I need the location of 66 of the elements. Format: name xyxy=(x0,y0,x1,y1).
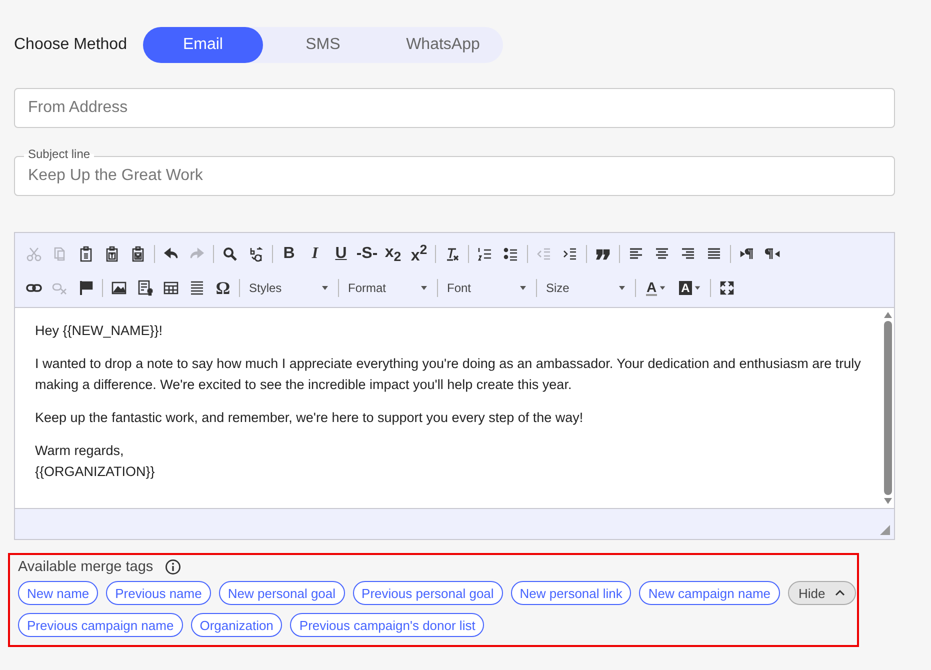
caret-icon xyxy=(618,286,626,290)
toolbar-dropdown[interactable]: Font xyxy=(441,276,533,300)
merge-tag[interactable]: New campaign name xyxy=(639,581,780,605)
hide-button[interactable]: Hide xyxy=(788,581,856,605)
clear-format-icon xyxy=(444,246,460,262)
pilcrow-right-icon xyxy=(739,246,755,262)
search-icon xyxy=(222,246,238,262)
toolbar-dropdown[interactable]: Format xyxy=(342,276,434,300)
merge-tag[interactable]: Previous campaign name xyxy=(18,613,183,637)
caret-icon xyxy=(694,286,701,290)
clipboard-word-icon xyxy=(130,246,146,262)
maximize-icon xyxy=(719,280,735,296)
body-paragraph: I wanted to drop a note to say how much I appreciate everything you're doing as an ambassador. Your dedication and enthusiasm are truly making a difference. We're excited to see the incredible impact you'll help create this year. xyxy=(35,355,862,394)
align-right-icon xyxy=(680,246,696,262)
format-button[interactable]: S xyxy=(355,242,379,266)
format-button[interactable]: U xyxy=(329,242,353,266)
color-button[interactable]: A xyxy=(674,276,706,300)
merge-tag[interactable]: Previous campaign's donor list xyxy=(290,613,484,637)
method-tab[interactable]: WhatsApp xyxy=(382,27,503,63)
format-button[interactable]: x$^{2}$ xyxy=(407,242,431,266)
toolbar-dropdown[interactable]: Styles xyxy=(243,276,335,300)
body-paragraph: Warm regards, {{ORGANIZATION}} xyxy=(35,442,156,481)
format-button[interactable]: x$_{2}$ xyxy=(381,242,405,266)
justify-icon xyxy=(706,246,722,262)
format-button[interactable]: B xyxy=(277,242,301,266)
outdent-icon xyxy=(536,246,552,262)
resize-grip-icon[interactable] xyxy=(880,525,890,535)
body-paragraph: Keep up the fantastic work, and remember, we're here to support you every step of the way! xyxy=(35,409,584,427)
numbered-list-icon xyxy=(477,246,493,262)
table-icon xyxy=(163,280,179,296)
scroll-up-icon xyxy=(884,312,892,318)
caret-icon xyxy=(658,286,666,290)
merge-tag[interactable]: New personal goal xyxy=(218,581,345,605)
template-icon xyxy=(137,280,153,296)
format-button[interactable]: I xyxy=(303,242,327,266)
merge-tag[interactable]: Previous personal goal xyxy=(352,581,503,605)
clipboard-icon xyxy=(78,246,94,262)
method-label: Choose Method xyxy=(14,36,127,54)
from-address-field[interactable]: From Address xyxy=(14,88,895,128)
indent-icon xyxy=(562,246,578,262)
pilcrow-left-icon xyxy=(765,246,781,262)
method-tab[interactable]: Email xyxy=(142,27,263,63)
format-button[interactable]: Ω xyxy=(211,276,235,300)
caret-icon xyxy=(519,286,527,290)
clipboard-text-icon xyxy=(104,246,120,262)
cut-icon xyxy=(26,246,42,262)
caret-icon xyxy=(420,286,428,290)
bulleted-list-icon xyxy=(503,246,519,262)
merge-tag[interactable]: Organization xyxy=(190,613,282,637)
align-center-icon xyxy=(654,246,670,262)
image-icon xyxy=(111,280,127,296)
flag-icon xyxy=(78,280,94,296)
merge-tag[interactable]: Previous name xyxy=(106,581,211,605)
color-button[interactable]: A xyxy=(640,276,672,300)
scroll-down-icon xyxy=(884,498,892,504)
merge-tag[interactable]: New personal link xyxy=(510,581,632,605)
body-paragraph: Hey {{NEW_NAME}}! xyxy=(35,322,164,340)
chevron-up-icon xyxy=(835,590,846,596)
toolbar-dropdown[interactable]: Size xyxy=(540,276,632,300)
align-left-icon xyxy=(628,246,644,262)
method-tab[interactable]: SMS xyxy=(262,27,383,63)
horizontal-rule-icon xyxy=(189,280,205,296)
caret-icon xyxy=(321,286,329,290)
info-icon[interactable] xyxy=(165,559,182,575)
merge-tags-title: Available merge tags xyxy=(18,559,154,575)
merge-tag[interactable]: New name xyxy=(18,581,98,605)
